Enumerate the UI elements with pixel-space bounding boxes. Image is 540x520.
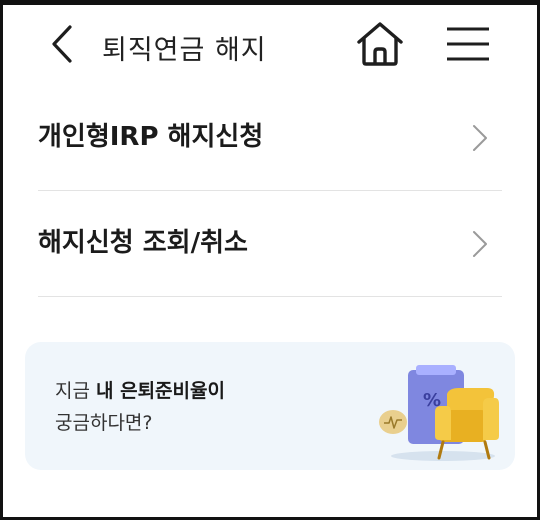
divider — [38, 296, 502, 297]
home-button[interactable] — [354, 20, 406, 68]
top-app-bar: 퇴직연금 해지 — [0, 0, 540, 88]
menu-button[interactable] — [444, 24, 492, 64]
page-title: 퇴직연금 해지 — [102, 35, 267, 66]
menu-item-label: 개인형IRP 해지신청 — [38, 122, 264, 152]
menu-item-label: 해지신청 조회/취소 — [38, 228, 248, 258]
banner-line2: 궁금하다면? — [55, 412, 153, 434]
hamburger-menu-icon — [447, 27, 489, 61]
banner-line1-bold: 내 은퇴준비율이 — [96, 380, 225, 402]
chevron-left-icon — [52, 25, 72, 63]
divider — [38, 190, 502, 191]
chevron-right-icon — [473, 125, 487, 151]
back-button[interactable] — [46, 24, 78, 64]
armchair-percent-illustration: % — [379, 365, 499, 461]
home-icon — [357, 22, 403, 66]
banner-line1-prefix: 지금 — [55, 380, 96, 402]
menu-item-termination-inquiry-cancel[interactable]: 해지신청 조회/취소 — [38, 192, 502, 296]
banner-line1: 지금 내 은퇴준비율이 — [55, 376, 225, 403]
retirement-readiness-banner[interactable]: 지금 내 은퇴준비율이 궁금하다면? % — [25, 342, 515, 470]
menu-item-irp-termination-request[interactable]: 개인형IRP 해지신청 — [38, 86, 502, 190]
chevron-right-icon — [473, 231, 487, 257]
